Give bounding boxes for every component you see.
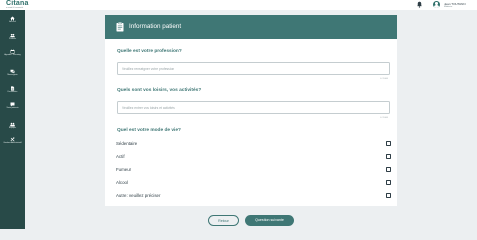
option-label-fumeur: Fumeur — [116, 167, 132, 172]
question-profession: Quelle est votre profession? — [117, 49, 182, 54]
profession-field[interactable]: Veuillez renseigner votre profession 0 /… — [117, 62, 390, 80]
question-mode-vie: Quel est votre mode de vie? — [117, 128, 181, 133]
sidebar-item-label: Demandes — [7, 91, 18, 93]
checkbox-sedentaire[interactable] — [386, 141, 391, 146]
profession-char-counter: 0 / 1000 — [380, 78, 388, 80]
checkbox-fumeur[interactable] — [386, 167, 391, 172]
loisirs-field[interactable]: Veuillez entrer vos loisirs et activités… — [117, 101, 390, 119]
option-label-autre: Autre: veuillez préciser — [116, 193, 161, 198]
sidebar-item-label: Gestion Administratif — [3, 142, 22, 144]
sidebar-item-agenda[interactable]: Agenda / Planning — [0, 49, 25, 61]
clipboard-icon — [116, 22, 124, 32]
option-label-actif: Actif — [116, 154, 125, 159]
bell-icon[interactable] — [416, 1, 423, 8]
profession-placeholder: Veuillez renseigner votre profession — [122, 67, 175, 71]
app-logo[interactable]: Citana — [6, 0, 29, 7]
sidebar-item-label: Accueil — [9, 21, 16, 23]
back-button[interactable]: Retour — [208, 215, 239, 226]
sidebar-item-patients[interactable]: Patients — [0, 33, 25, 45]
sidebar-item-gestion[interactable]: Gestion Administratif — [0, 137, 25, 149]
user-role: Médecin — [444, 5, 453, 8]
checkbox-alcool[interactable] — [386, 180, 391, 185]
sidebar-item-equipes[interactable]: Équipes — [0, 122, 25, 134]
sidebar: Accueil Patients Agenda / Planning Messa… — [0, 10, 25, 229]
card-title: Information patient — [129, 23, 182, 30]
sidebar-item-label: Patients — [8, 38, 17, 40]
sidebar-item-suivi-patients[interactable]: Suivi patients — [0, 102, 25, 114]
card-header: Information patient — [105, 15, 397, 39]
option-label-sedentaire: Sédentaire — [116, 141, 138, 146]
checkbox-autre[interactable] — [386, 193, 391, 198]
loisirs-char-counter: 0 / 1000 — [380, 117, 388, 119]
sidebar-item-demandes[interactable]: Demandes — [0, 86, 25, 98]
sidebar-item-label: Suivi patients — [6, 107, 19, 109]
checkbox-actif[interactable] — [386, 154, 391, 159]
sidebar-item-label: Messagerie — [7, 74, 18, 76]
sidebar-item-label: Équipes — [8, 127, 17, 129]
top-bar: Citana e-santé & connecté Jean TOUTANN M… — [0, 0, 477, 10]
loisirs-placeholder: Veuillez entrer vos loisirs et activités — [122, 106, 175, 110]
option-label-alcool: Alcool — [116, 180, 128, 185]
sidebar-item-label: Agenda / Planning — [4, 54, 21, 56]
question-loisirs: Quels sont vos loisirs, vos activités? — [117, 88, 202, 93]
sidebar-item-accueil[interactable]: Accueil — [0, 16, 25, 28]
app-logo-subtitle: e-santé & connecté — [6, 7, 24, 9]
sidebar-item-messagerie[interactable]: Messagerie — [0, 69, 25, 81]
avatar[interactable] — [433, 1, 440, 8]
next-question-button[interactable]: Question suivante — [245, 215, 294, 226]
